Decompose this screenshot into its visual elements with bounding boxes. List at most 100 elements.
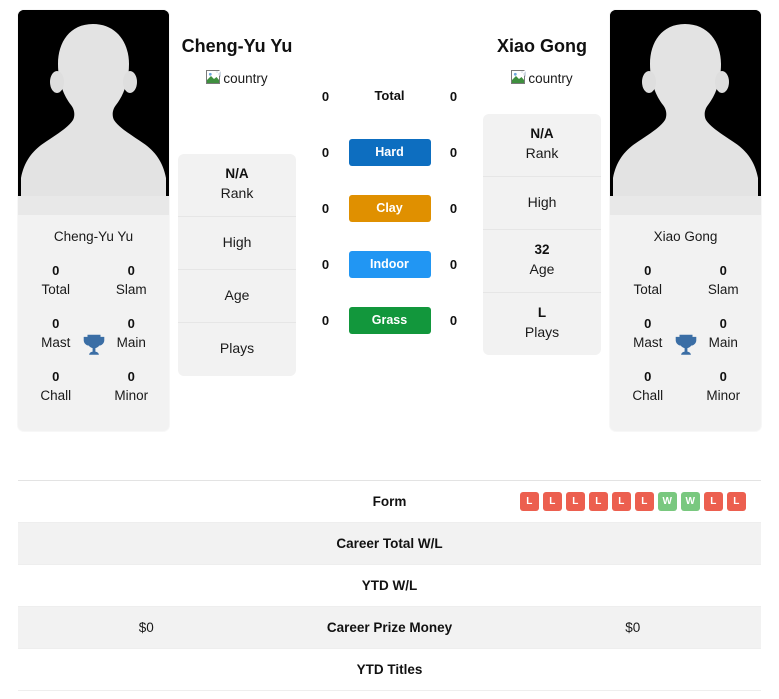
stat-minor-left: 0 Minor [94, 362, 170, 415]
player-name-right: Xiao Gong [497, 36, 587, 56]
surface-badge-grass[interactable]: Grass [348, 306, 431, 334]
broken-image-icon [206, 70, 222, 86]
player-card-name-left: Cheng-Yu Yu [18, 215, 169, 256]
avatar-silhouette-icon [610, 10, 761, 215]
info-row-plays-left: Plays [178, 323, 296, 376]
surface-row-total: 0 Total 0 [298, 68, 481, 124]
player-name-left: Cheng-Yu Yu [181, 36, 293, 56]
surface-badge-indoor[interactable]: Indoor [348, 250, 431, 278]
info-label: Plays [219, 340, 255, 356]
broken-image-glyph-icon [206, 70, 222, 84]
info-row-age-right: 32 Age [483, 230, 601, 293]
info-row-rank-right: N/A Rank [483, 114, 601, 177]
stat-minor-right: 0 Minor [686, 362, 762, 415]
table-row-career-total-wl: Career Total W/L [18, 523, 761, 565]
trophy-icon [81, 331, 107, 357]
stat-label: Slam [115, 282, 147, 297]
stat-chall-left: 0 Chall [18, 362, 94, 415]
stat-label: Chall [632, 388, 664, 403]
stat-label: Total [633, 282, 663, 297]
info-label: High [222, 233, 252, 250]
info-value: L [537, 305, 547, 320]
form-badge-3[interactable]: L [565, 492, 585, 511]
country-alt-text: country [528, 70, 573, 86]
stat-grid-left: 0 Total 0 Slam 0 Mast 0 Main 0 Chall 0 M… [18, 256, 169, 431]
avatar-left [18, 10, 169, 215]
surface-left-value: 0 [321, 144, 330, 160]
info-label: Rank [525, 145, 559, 161]
row-right-value: LLLLLLWWLL [505, 492, 762, 511]
comparison-header: Cheng-Yu Yu 0 Total 0 Slam 0 Mast 0 Main… [0, 0, 779, 480]
stat-value: 0 [644, 369, 652, 384]
info-row-high-left: High [178, 217, 296, 270]
stat-slam-right: 0 Slam [686, 256, 762, 309]
surface-titles-column: 0 Total 0 0 Hard 0 0 Clay 0 0 Indoor 0 0 [298, 10, 481, 348]
info-label: Plays [524, 324, 560, 340]
stat-label: Minor [114, 388, 149, 403]
stat-label: Slam [707, 282, 739, 297]
info-column-right: Xiao Gong country N/A Rank High 32 Age L… [481, 10, 603, 355]
trophy-glyph-icon [83, 334, 104, 355]
form-badge-6[interactable]: L [634, 492, 654, 511]
stat-label: Minor [706, 388, 741, 403]
broken-image-icon [511, 70, 527, 86]
avatar-silhouette-icon [18, 10, 169, 215]
surface-left-value: 0 [321, 256, 330, 272]
form-badge-8[interactable]: W [680, 492, 700, 511]
row-label-ytd-titles: YTD Titles [356, 662, 423, 677]
info-row-high-right: High [483, 177, 601, 230]
form-badge-5[interactable]: L [611, 492, 631, 511]
player-card-name-right: Xiao Gong [610, 215, 761, 256]
stat-value: 0 [719, 263, 727, 278]
table-row-ytd-titles: YTD Titles [18, 649, 761, 691]
form-badge-2[interactable]: L [542, 492, 562, 511]
form-badge-7[interactable]: W [657, 492, 677, 511]
player-card-left[interactable]: Cheng-Yu Yu 0 Total 0 Slam 0 Mast 0 Main… [18, 10, 169, 431]
stat-chall-right: 0 Chall [610, 362, 686, 415]
country-alt-text: country [223, 70, 268, 86]
trophy-glyph-icon [675, 334, 696, 355]
player-card-right[interactable]: Xiao Gong 0 Total 0 Slam 0 Mast 0 Main 0… [610, 10, 761, 431]
stat-value: 0 [127, 369, 135, 384]
surface-left-value: 0 [321, 200, 330, 216]
stat-label: Chall [40, 388, 72, 403]
stat-value: 0 [52, 369, 60, 384]
row-label-career-prize-money: Career Prize Money [326, 620, 453, 635]
stat-value: 0 [644, 263, 652, 278]
info-row-plays-right: L Plays [483, 293, 601, 355]
row-label-ytd-wl: YTD W/L [361, 578, 418, 593]
broken-image-glyph-icon [511, 70, 527, 84]
surface-right-value: 0 [449, 88, 458, 104]
stat-label: Total [41, 282, 71, 297]
surface-right-value: 0 [449, 144, 458, 160]
form-badge-1[interactable]: L [519, 492, 539, 511]
stat-value: 0 [52, 263, 60, 278]
stat-slam-left: 0 Slam [94, 256, 170, 309]
surface-row-grass: 0 Grass 0 [298, 292, 481, 348]
country-line-left: country [206, 70, 268, 86]
surface-right-value: 0 [449, 200, 458, 216]
info-panel-left: N/A Rank High Age Plays [178, 154, 296, 376]
info-row-rank-left: N/A Rank [178, 154, 296, 217]
info-row-age-left: Age [178, 270, 296, 323]
table-row-form: Form LLLLLLWWLL [18, 481, 761, 523]
form-badge-9[interactable]: L [703, 492, 723, 511]
comparison-table: Form LLLLLLWWLL Career Total W/L YTD W/L… [18, 480, 761, 699]
info-label: Age [529, 261, 555, 277]
info-label: High [527, 193, 557, 210]
table-row-career-prize-money: $0 Career Prize Money $0 [18, 607, 761, 649]
form-badge-4[interactable]: L [588, 492, 608, 511]
surface-badge-hard[interactable]: Hard [348, 138, 431, 166]
surface-badge-total: Total [374, 88, 405, 103]
stat-grid-right: 0 Total 0 Slam 0 Mast 0 Main 0 Chall 0 M… [610, 256, 761, 431]
form-badge-10[interactable]: L [726, 492, 746, 511]
info-label: Rank [220, 185, 254, 201]
surface-right-value: 0 [449, 312, 458, 328]
surface-badge-clay[interactable]: Clay [348, 194, 431, 222]
table-row-ytd-wl: YTD W/L [18, 565, 761, 607]
form-badges-right: LLLLLLWWLL [519, 492, 746, 511]
info-value: N/A [530, 126, 554, 141]
surface-row-indoor: 0 Indoor 0 [298, 236, 481, 292]
player-comparison-page: Cheng-Yu Yu 0 Total 0 Slam 0 Mast 0 Main… [0, 0, 779, 699]
stat-total-right: 0 Total [610, 256, 686, 309]
